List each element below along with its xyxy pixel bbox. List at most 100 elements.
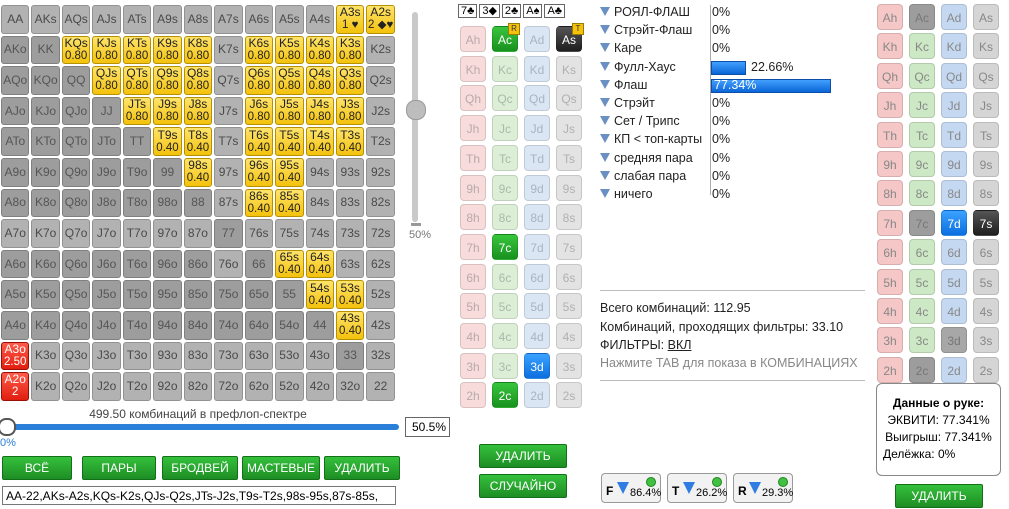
board-card-4c[interactable]: 4c bbox=[492, 323, 518, 349]
matrix-cell[interactable]: T3o bbox=[122, 341, 152, 371]
matrix-cell[interactable]: K6o bbox=[31, 249, 60, 279]
matrix-cell[interactable]: 86s 0.40 bbox=[244, 188, 274, 218]
matrix-cell[interactable]: KJs 0.80 bbox=[92, 35, 121, 65]
board-card-6d[interactable]: 6d bbox=[524, 263, 550, 290]
board-card-7c[interactable]: 7c bbox=[492, 233, 518, 260]
board-card-qd[interactable]: Qd bbox=[524, 85, 550, 112]
matrix-cell[interactable]: 43o bbox=[305, 341, 334, 371]
hand-card-jc[interactable]: Jc bbox=[909, 92, 935, 119]
matrix-cell[interactable]: T3s 0.40 bbox=[335, 127, 365, 156]
matrix-cell[interactable]: A2o 2 bbox=[1, 372, 30, 401]
matrix-cell[interactable]: Q5s 0.80 bbox=[275, 66, 304, 95]
matrix-cell[interactable]: A3o 2.50 bbox=[1, 341, 30, 371]
matrix-cell[interactable]: 32s bbox=[366, 341, 395, 371]
matrix-cell[interactable]: 73s bbox=[335, 219, 365, 248]
matrix-cell[interactable]: 98s 0.40 bbox=[183, 157, 213, 187]
matrix-cell[interactable]: ATo bbox=[1, 127, 30, 156]
hand-card-ad[interactable]: Ad bbox=[941, 4, 967, 30]
hand-card-2d[interactable]: 2d bbox=[941, 356, 967, 383]
matrix-cell[interactable]: Q7s bbox=[214, 66, 243, 95]
matrix-cell[interactable]: 83s bbox=[335, 188, 365, 218]
filter-funnel-icon[interactable] bbox=[600, 61, 610, 71]
matrix-cell[interactable]: 85o bbox=[183, 280, 213, 309]
matrix-cell[interactable]: J8s 0.80 bbox=[183, 96, 213, 126]
hand-card-4h[interactable]: 4h bbox=[877, 298, 903, 324]
matrix-cell[interactable]: A7s bbox=[214, 5, 243, 34]
matrix-cell[interactable]: A9s bbox=[153, 5, 182, 34]
matrix-cell[interactable]: Q8o bbox=[61, 188, 91, 218]
board-card-8d[interactable]: 8d bbox=[524, 204, 550, 231]
matrix-cell[interactable]: J2s bbox=[366, 96, 395, 126]
matrix-cell[interactable]: 65o bbox=[244, 280, 274, 309]
matrix-cell[interactable]: AJo bbox=[1, 96, 30, 126]
weight-slider-handle[interactable] bbox=[406, 100, 426, 120]
matrix-cell[interactable]: 63o bbox=[244, 341, 274, 371]
hand-card-jh[interactable]: Jh bbox=[877, 92, 903, 119]
board-card-5h[interactable]: 5h bbox=[460, 293, 486, 320]
matrix-cell[interactable]: J9s 0.80 bbox=[153, 96, 182, 126]
hand-card-8d[interactable]: 8d bbox=[941, 180, 967, 207]
filters-toggle[interactable]: ВКЛ bbox=[668, 338, 692, 352]
hand-card-qc[interactable]: Qc bbox=[909, 62, 935, 89]
matrix-cell[interactable]: 99 bbox=[153, 157, 182, 187]
matrix-cell[interactable]: 97o bbox=[153, 219, 182, 248]
hand-card-7d[interactable]: 7d bbox=[941, 209, 967, 236]
matrix-cell[interactable]: K5s 0.80 bbox=[275, 35, 304, 65]
board-card-4s[interactable]: 4s bbox=[556, 323, 582, 349]
matrix-cell[interactable]: K4o bbox=[31, 310, 60, 340]
board-clear-button[interactable]: УДАЛИТЬ bbox=[479, 444, 567, 468]
hand-card-9s[interactable]: 9s bbox=[973, 151, 999, 177]
matrix-cell[interactable]: AJs bbox=[92, 5, 121, 34]
hand-card-8s[interactable]: 8s bbox=[973, 180, 999, 207]
matrix-cell[interactable]: 88 bbox=[183, 188, 213, 218]
matrix-cell[interactable]: Q2o bbox=[61, 372, 91, 401]
matrix-cell[interactable]: J4s 0.80 bbox=[305, 96, 334, 126]
board-card-9c[interactable]: 9c bbox=[492, 174, 518, 201]
hand-card-4d[interactable]: 4d bbox=[941, 298, 967, 324]
board-card-jc[interactable]: Jc bbox=[492, 115, 518, 142]
board-card-th[interactable]: Th bbox=[460, 144, 486, 171]
matrix-cell[interactable]: 85s 0.40 bbox=[275, 188, 304, 218]
board-card-7d[interactable]: 7d bbox=[524, 233, 550, 260]
matrix-cell[interactable]: KTo bbox=[31, 127, 60, 156]
matrix-cell[interactable]: T7s bbox=[214, 127, 243, 156]
board-card-kd[interactable]: Kd bbox=[524, 55, 550, 82]
matrix-cell[interactable]: T7o bbox=[122, 219, 152, 248]
matrix-cell[interactable]: 95s 0.40 bbox=[275, 157, 304, 187]
hand-card-js[interactable]: Js bbox=[973, 92, 999, 119]
matrix-cell[interactable]: J7o bbox=[92, 219, 121, 248]
hand-card-5s[interactable]: 5s bbox=[973, 268, 999, 295]
matrix-cell[interactable]: 84o bbox=[183, 310, 213, 340]
matrix-cell[interactable]: 43s 0.40 bbox=[335, 310, 365, 340]
board-card-9s[interactable]: 9s bbox=[556, 174, 582, 201]
select-broadway-button[interactable]: БРОДВЕЙ bbox=[162, 456, 238, 480]
hand-card-ac[interactable]: Ac bbox=[909, 4, 935, 30]
matrix-cell[interactable]: KQs 0.80 bbox=[61, 35, 91, 65]
hand-card-9c[interactable]: 9c bbox=[909, 151, 935, 177]
hand-card-4c[interactable]: 4c bbox=[909, 298, 935, 324]
matrix-cell[interactable]: 87s bbox=[214, 188, 243, 218]
matrix-cell[interactable]: T2o bbox=[122, 372, 152, 401]
matrix-cell[interactable]: ATs bbox=[122, 5, 152, 34]
hand-card-tc[interactable]: Tc bbox=[909, 121, 935, 148]
matrix-cell[interactable]: 72o bbox=[214, 372, 243, 401]
matrix-cell[interactable]: K8s 0.80 bbox=[183, 35, 213, 65]
filter-funnel-icon[interactable] bbox=[600, 116, 610, 126]
board-card-qc[interactable]: Qc bbox=[492, 85, 518, 112]
hand-card-2s[interactable]: 2s bbox=[973, 356, 999, 383]
matrix-cell[interactable]: 54o bbox=[275, 310, 304, 340]
matrix-cell[interactable]: 64o bbox=[244, 310, 274, 340]
hand-card-5c[interactable]: 5c bbox=[909, 268, 935, 295]
board-card-3d[interactable]: 3d bbox=[524, 352, 550, 379]
matrix-cell[interactable]: Q6s 0.80 bbox=[244, 66, 274, 95]
matrix-cell[interactable]: 95o bbox=[153, 280, 182, 309]
select-all-button[interactable]: ВСЁ bbox=[2, 456, 72, 480]
hand-card-kh[interactable]: Kh bbox=[877, 33, 903, 60]
matrix-cell[interactable]: JJ bbox=[92, 96, 121, 126]
matrix-cell[interactable]: 87o bbox=[183, 219, 213, 248]
matrix-cell[interactable]: J6s 0.80 bbox=[244, 96, 274, 126]
hand-card-6s[interactable]: 6s bbox=[973, 239, 999, 266]
matrix-cell[interactable]: KJo bbox=[31, 96, 60, 126]
matrix-cell[interactable]: J9o bbox=[92, 157, 121, 187]
matrix-cell[interactable]: 32o bbox=[335, 372, 365, 401]
